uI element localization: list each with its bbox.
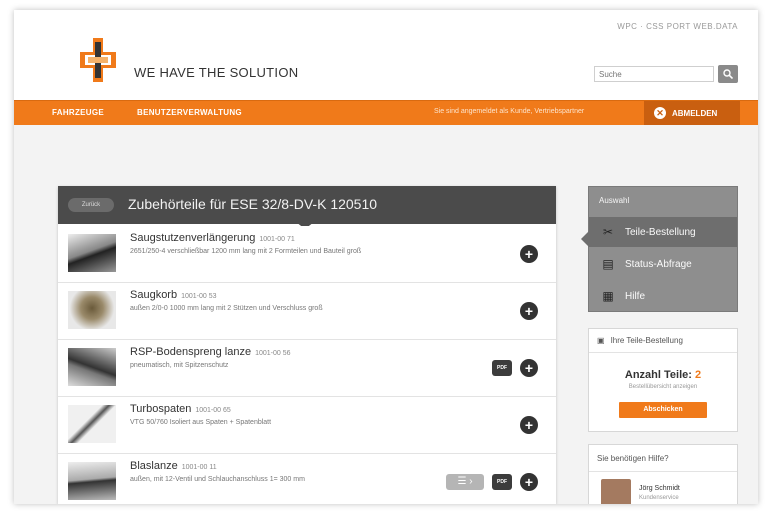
company-logo[interactable] <box>76 38 120 82</box>
order-overview-link[interactable]: Bestellübersicht anzeigen <box>589 384 737 390</box>
brand-slogan: WE HAVE THE SOLUTION <box>134 65 299 80</box>
sidebar-item-label: Teile-Bestellung <box>625 226 696 238</box>
product-image <box>68 348 116 386</box>
item-name: Turbospaten 1001-00 65 <box>130 403 231 415</box>
submit-order-button[interactable]: Abschicken <box>619 402 707 418</box>
list-item[interactable]: Saugstutzenverlängerung 1001-00 71 2651/2… <box>58 226 556 283</box>
order-header: ▣ Ihre Teile-Bestellung <box>589 329 737 353</box>
item-description: außen 2/0-0 1000 mm lang mit 2 Stützen u… <box>130 305 323 312</box>
add-button[interactable]: + <box>520 416 538 434</box>
product-image <box>68 405 116 443</box>
item-description: außen, mit 12-Ventil und Schlauchanschlu… <box>130 476 305 483</box>
divider <box>589 471 737 472</box>
page-header: WPC · CSS PORT WEB.DATA WE HAVE THE SOLU… <box>14 10 758 100</box>
list-details-button[interactable]: ☰ › <box>446 474 484 490</box>
nav-fahrzeuge[interactable]: FAHRZEUGE <box>52 108 104 117</box>
item-name: RSP-Bodenspreng lanze 1001-00 56 <box>130 346 291 358</box>
pdf-button[interactable]: PDF <box>492 360 512 376</box>
sidebar-item-label: Hilfe <box>625 290 646 302</box>
cart-icon: ▣ <box>597 336 605 345</box>
selection-title: Auswahl <box>599 196 630 205</box>
sidebar-item-hilfe[interactable]: ▦ Hilfe <box>589 281 737 311</box>
close-icon: ✕ <box>654 107 666 119</box>
list-item[interactable]: Turbospaten 1001-00 65 VTG 50/760 Isolier… <box>58 397 556 454</box>
product-image <box>68 291 116 329</box>
sidebar-item-teile-bestellung[interactable]: ✂ Teile-Bestellung <box>589 217 737 247</box>
sidebar-item-label: Status-Abfrage <box>625 258 692 270</box>
search-button[interactable] <box>718 65 738 83</box>
login-status: Sie sind angemeldet als Kunde, Vertriebs… <box>434 108 585 115</box>
add-button[interactable]: + <box>520 245 538 263</box>
item-description: 2651/250-4 verschließbar 1200 mm lang mi… <box>130 248 362 255</box>
status-icon: ▤ <box>602 257 614 271</box>
item-description: pneumatisch, mit Spitzenschutz <box>130 362 229 369</box>
main-nav: FAHRZEUGE BENUTZERVERWALTUNG Sie sind an… <box>14 100 758 125</box>
contact-role: Kundenservice <box>639 495 679 501</box>
logout-label: ABMELDEN <box>672 108 718 118</box>
search-input[interactable] <box>594 66 714 82</box>
item-name: Blaslanze 1001-00 11 <box>130 460 217 472</box>
top-link[interactable]: WPC · CSS PORT WEB.DATA <box>617 22 738 31</box>
panel-title: Zubehörteile für ESE 32/8-DV-K 120510 <box>128 196 378 212</box>
logout-button[interactable]: ✕ ABMELDEN <box>644 101 740 125</box>
contact-name: Jörg Schmidt <box>639 485 680 492</box>
help-title: Sie benötigen Hilfe? <box>597 454 669 463</box>
avatar <box>601 479 631 504</box>
active-notch <box>581 231 589 247</box>
order-title: Ihre Teile-Bestellung <box>610 336 683 345</box>
sidebar-item-status-abfrage[interactable]: ▤ Status-Abfrage <box>589 249 737 279</box>
add-button[interactable]: + <box>520 359 538 377</box>
accessories-panel: Zurück Zubehörteile für ESE 32/8-DV-K 12… <box>58 186 556 504</box>
nav-benutzerverwaltung[interactable]: BENUTZERVERWALTUNG <box>137 108 242 117</box>
item-name: Saugkorb 1001-00 53 <box>130 289 217 301</box>
list-item[interactable]: Saugkorb 1001-00 53 außen 2/0-0 1000 mm l… <box>58 283 556 340</box>
product-image <box>68 462 116 500</box>
pdf-button[interactable]: PDF <box>492 474 512 490</box>
panel-header: Zurück Zubehörteile für ESE 32/8-DV-K 12… <box>58 186 556 224</box>
search-icon <box>723 69 733 79</box>
product-image <box>68 234 116 272</box>
tools-icon: ✂ <box>602 225 614 239</box>
item-name: Saugstutzenverlängerung 1001-00 71 <box>130 232 295 244</box>
order-box: ▣ Ihre Teile-Bestellung Anzahl Teile: 2 … <box>588 328 738 432</box>
back-button[interactable]: Zurück <box>68 198 114 212</box>
item-description: VTG 50/760 Isoliert aus Spaten + Spatenb… <box>130 419 272 426</box>
list-item[interactable]: Blaslanze 1001-00 11 außen, mit 12-Ventil… <box>58 454 556 504</box>
order-count: Anzahl Teile: 2 <box>624 369 702 381</box>
help-box: Sie benötigen Hilfe? Jörg Schmidt Kunden… <box>588 444 738 504</box>
app-window: WPC · CSS PORT WEB.DATA WE HAVE THE SOLU… <box>14 10 758 504</box>
add-button[interactable]: + <box>520 302 538 320</box>
selection-box: Auswahl ✂ Teile-Bestellung ▤ Status-Abfr… <box>581 186 738 312</box>
list-item[interactable]: RSP-Bodenspreng lanze 1001-00 56 pneumati… <box>58 340 556 397</box>
list-icon: ☰ › <box>457 476 473 487</box>
add-button[interactable]: + <box>520 473 538 491</box>
help-icon: ▦ <box>602 289 614 303</box>
